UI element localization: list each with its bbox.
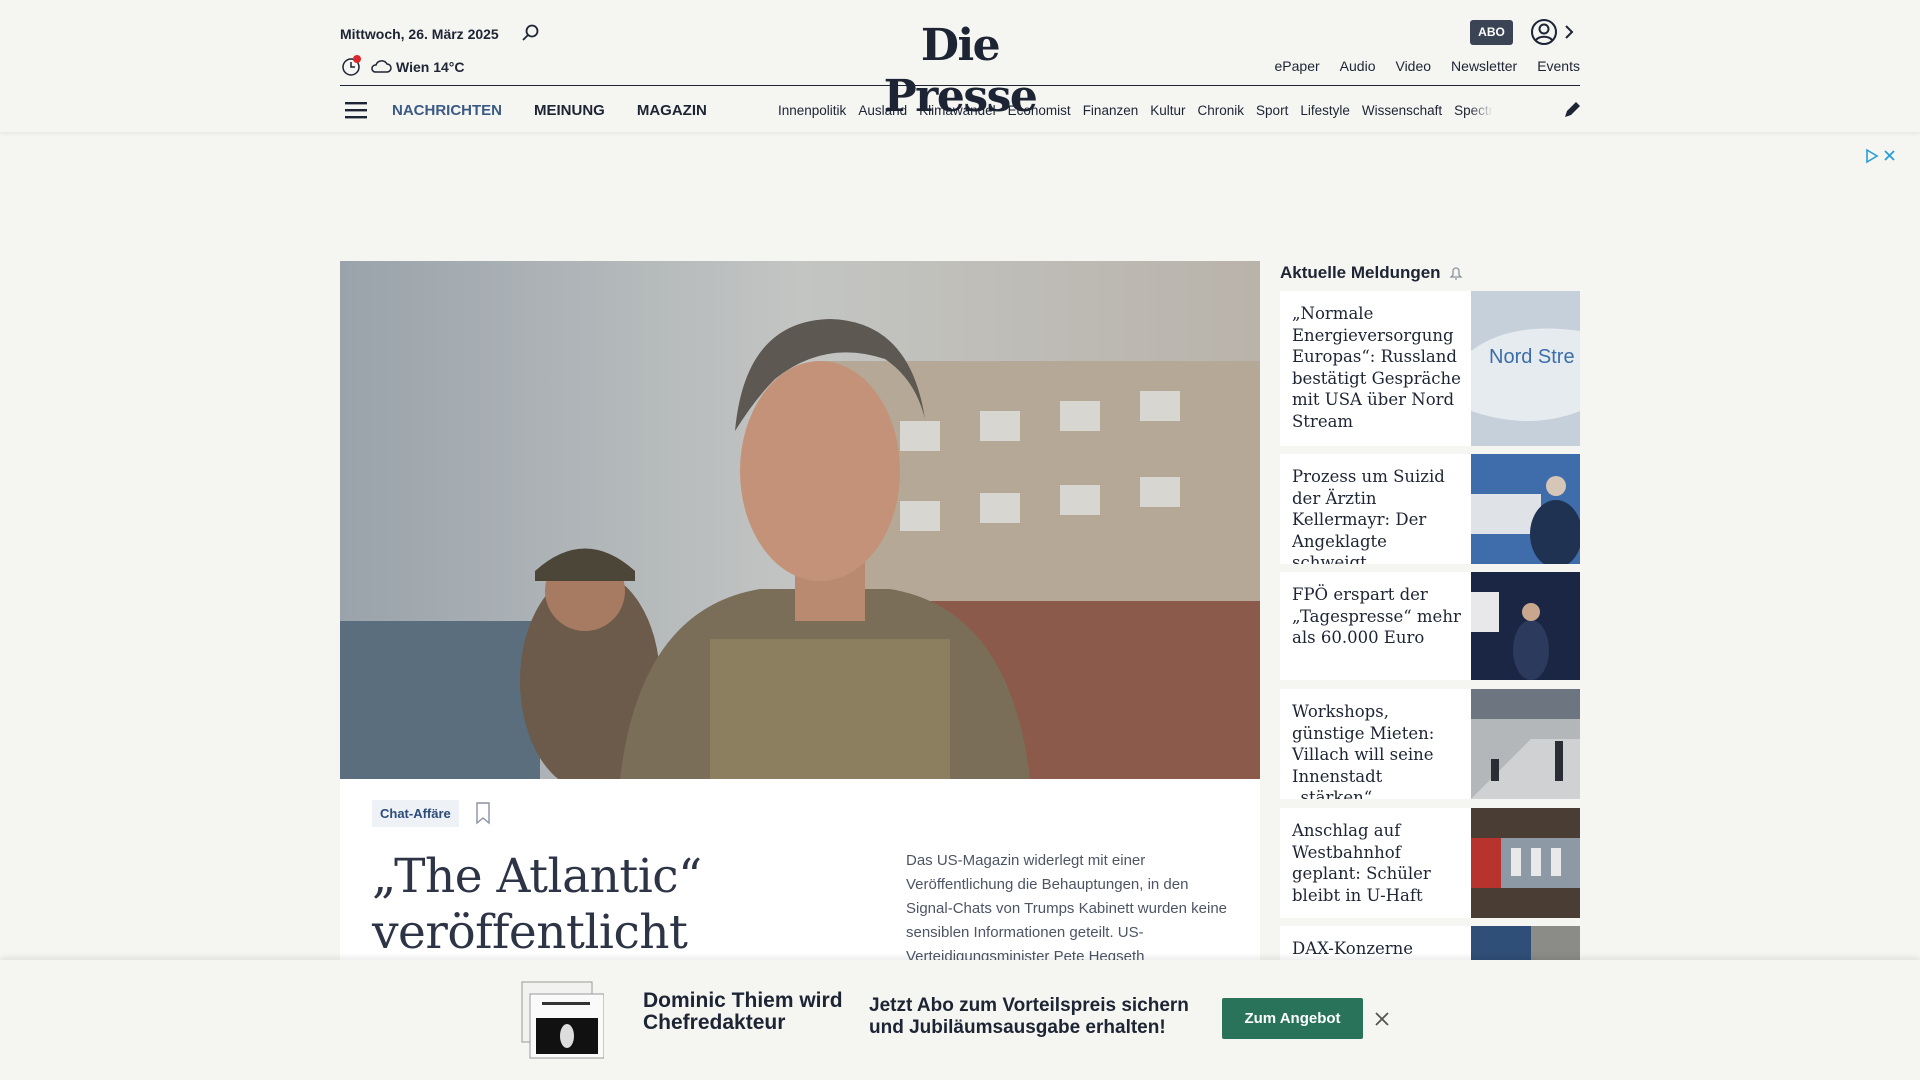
bell-icon[interactable]: [1448, 264, 1464, 282]
nav-klimawandel[interactable]: Klimawandel: [919, 103, 996, 118]
nav-finanzen[interactable]: Finanzen: [1083, 103, 1139, 118]
news-thumbnail: [1471, 689, 1580, 799]
edit-icon[interactable]: [1562, 100, 1582, 120]
nav-meinung[interactable]: MEINUNG: [534, 102, 605, 119]
sidebar-title: Aktuelle Meldungen: [1280, 263, 1441, 282]
news-item-title: „Normale Energieversorgung Europas“: Rus…: [1292, 304, 1461, 431]
news-thumbnail: [1471, 808, 1580, 918]
search-icon[interactable]: [520, 22, 542, 44]
abo-button[interactable]: ABO: [1470, 20, 1513, 45]
nav-economist[interactable]: Economist: [1008, 103, 1071, 118]
news-item-title: FPÖ erspart der „Tagespresse“ mehr als 6…: [1292, 585, 1461, 647]
nav-wissenschaft[interactable]: Wissenschaft: [1362, 103, 1442, 118]
nav-magazin[interactable]: MAGAZIN: [637, 102, 707, 119]
nav-main-sections: NACHRICHTEN MEINUNG MAGAZIN: [392, 102, 707, 119]
link-audio[interactable]: Audio: [1340, 58, 1376, 74]
offer-button[interactable]: Zum Angebot: [1222, 998, 1363, 1039]
link-video[interactable]: Video: [1395, 58, 1431, 74]
hero-photo: [340, 261, 1260, 779]
news-item-title: Prozess um Suizid der Ärztin Kellermayr:…: [1292, 467, 1445, 564]
link-newsletter[interactable]: Newsletter: [1451, 58, 1517, 74]
banner-headline: Dominic Thiem wird Chefredakteur: [643, 989, 843, 1034]
news-thumbnail: [1471, 454, 1580, 564]
news-thumbnail: [1471, 572, 1580, 680]
cloud-icon: [371, 60, 392, 73]
hero-article-image[interactable]: [340, 261, 1260, 781]
sidebar-news-item[interactable]: „Normale Energieversorgung Europas“: Rus…: [1280, 291, 1580, 446]
nav-lifestyle[interactable]: Lifestyle: [1300, 103, 1350, 118]
nav-nachrichten[interactable]: NACHRICHTEN: [392, 102, 502, 119]
ad-choices-icon[interactable]: [1864, 148, 1898, 164]
nav-spectrum[interactable]: Spectr: [1454, 103, 1493, 118]
header-inner: Mittwoch, 26. März 2025 Wien 14°C Die Pr…: [340, 0, 1580, 132]
chevron-right-icon[interactable]: [1562, 22, 1576, 42]
sidebar-news-item[interactable]: Prozess um Suizid der Ärztin Kellermayr:…: [1280, 454, 1580, 564]
nav-chronik[interactable]: Chronik: [1198, 103, 1245, 118]
user-icon[interactable]: [1530, 18, 1558, 46]
sidebar-news-item[interactable]: FPÖ erspart der „Tagespresse“ mehr als 6…: [1280, 572, 1580, 680]
newspaper-icon: [521, 981, 604, 1059]
nav-kultur[interactable]: Kultur: [1150, 103, 1185, 118]
sidebar-news-item[interactable]: Workshops, günstige Mieten: Villach will…: [1280, 689, 1580, 799]
nav-subsections: Innenpolitik Ausland Klimawandel Economi…: [778, 103, 1538, 118]
bookmark-icon[interactable]: [474, 801, 492, 825]
nav-ausland[interactable]: Ausland: [858, 103, 907, 118]
site-header: Mittwoch, 26. März 2025 Wien 14°C Die Pr…: [0, 0, 1920, 132]
sidebar-news-item[interactable]: Anschlag auf Westbahnhof geplant: Schüle…: [1280, 808, 1580, 918]
notification-icon[interactable]: [340, 54, 364, 78]
banner-offer-text: Jetzt Abo zum Vorteilspreis sichern und …: [869, 995, 1189, 1038]
news-item-title: Workshops, günstige Mieten: Villach will…: [1292, 702, 1435, 799]
close-icon[interactable]: [1373, 1010, 1391, 1028]
nav-innenpolitik[interactable]: Innenpolitik: [778, 103, 846, 118]
menu-icon[interactable]: [344, 100, 368, 120]
news-item-title: Anschlag auf Westbahnhof geplant: Schüle…: [1292, 821, 1431, 905]
topic-tag[interactable]: Chat-Affäre: [372, 800, 459, 827]
thumbnail-nord-stream-text: Nord Stre: [1489, 346, 1575, 368]
main-nav: NACHRICHTEN MEINUNG MAGAZIN Innenpolitik…: [340, 86, 1580, 132]
weather-text: Wien 14°C: [396, 59, 465, 75]
link-events[interactable]: Events: [1537, 58, 1580, 74]
current-date: Mittwoch, 26. März 2025: [340, 26, 499, 42]
subscription-banner: Dominic Thiem wird Chefredakteur Jetzt A…: [0, 960, 1920, 1080]
link-epaper[interactable]: ePaper: [1275, 58, 1320, 74]
top-links: ePaper Audio Video Newsletter Events: [1275, 58, 1580, 74]
nav-sport[interactable]: Sport: [1256, 103, 1288, 118]
hero-teaser: Das US-Magazin widerlegt mit einer Veröf…: [906, 852, 1228, 965]
news-thumbnail: Nord Stre: [1471, 291, 1580, 446]
